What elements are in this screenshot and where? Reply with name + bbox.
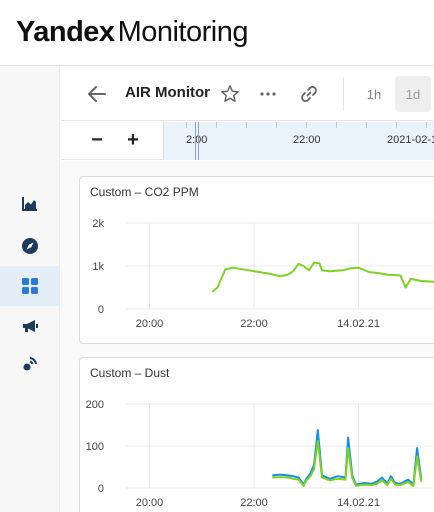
timeline-tick [426, 122, 427, 128]
brand-name-part2: Monitoring [117, 16, 249, 48]
x-tick-label: 20:00 [136, 497, 164, 509]
dust-chart: 0 100 200 20:00 22:00 14.02.21 [86, 399, 434, 509]
sidebar-item-alerts[interactable] [0, 306, 60, 346]
range-1d-button[interactable]: 1d [395, 76, 431, 112]
megaphone-icon [23, 320, 38, 332]
y-tick-label: 1k [92, 261, 104, 273]
zoom-out-button[interactable]: − [86, 129, 108, 151]
x-tick-label: 14.02.21 [337, 497, 380, 509]
more-actions-button[interactable] [256, 82, 280, 106]
brand-logo[interactable]: Yandex Monitoring [16, 12, 248, 52]
y-tick-label: 100 [86, 441, 104, 453]
dashboard-title: AIR Monitor [125, 84, 210, 101]
y-tick-label: 0 [98, 304, 104, 316]
y-tick-label: 2k [92, 218, 104, 230]
copy-link-button[interactable] [297, 82, 321, 106]
star-icon [221, 85, 239, 102]
favorite-button[interactable] [218, 82, 242, 106]
timeline-tick [306, 122, 307, 128]
range-1h-button[interactable]: 1h [356, 76, 392, 112]
top-bar: Yandex Monitoring [0, 0, 434, 66]
timeline-scrubber[interactable]: 2:00 22:00 2021-02-1 [163, 122, 434, 160]
timeline-tick [186, 122, 187, 128]
timeline-label: 2021-02-1 [387, 134, 434, 146]
timeline-tick [336, 122, 337, 128]
area-chart-icon [22, 197, 37, 211]
dashboard-header: AIR Monitor 1h 1d [61, 67, 434, 121]
arrow-left-icon [88, 86, 106, 102]
timeline-tick [396, 122, 397, 128]
sidebar-item-navigator[interactable] [0, 226, 60, 266]
timeline-range-handle[interactable] [195, 122, 199, 160]
dashboard-content: Custom – CO2 PPM 0 1k 2k 20:00 22:00 14.02.21… [61, 161, 434, 512]
chart-panel-co2[interactable]: Custom – CO2 PPM 0 1k 2k 20:00 22:00 14.02.21 [79, 176, 434, 344]
timeline-tick [276, 122, 277, 128]
back-button[interactable] [85, 82, 109, 106]
x-tick-label: 14.02.21 [337, 318, 380, 330]
x-tick-label: 20:00 [136, 318, 164, 330]
series-line-0 [211, 261, 434, 293]
timeline-label: 22:00 [293, 134, 321, 146]
y-tick-label: 0 [98, 483, 104, 495]
dashboards-grid-icon [22, 278, 38, 294]
link-icon [301, 86, 317, 102]
sidebar-item-channels[interactable] [0, 344, 60, 384]
sidebar [0, 66, 60, 512]
x-tick-label: 22:00 [240, 497, 268, 509]
signal-icon [23, 357, 37, 371]
time-navigation-bar: − + 2:00 22:00 2021-02-1 [61, 122, 434, 160]
y-tick-label: 200 [86, 399, 104, 411]
timeline-tick [246, 122, 247, 128]
chart-panel-dust[interactable]: Custom – Dust 0 100 200 20:00 22:00 14.02.21 [79, 357, 434, 512]
sidebar-item-explore[interactable] [0, 184, 60, 224]
compass-icon [22, 238, 38, 254]
brand-name-part1: Yandex [16, 16, 115, 48]
timeline-tick [366, 122, 367, 128]
header-divider [343, 77, 344, 111]
timeline-tick [216, 122, 217, 128]
zoom-in-button[interactable]: + [122, 129, 144, 151]
x-tick-label: 22:00 [240, 318, 268, 330]
sidebar-item-dashboards[interactable] [0, 266, 60, 306]
more-horizontal-icon [260, 92, 276, 96]
co2-chart: 0 1k 2k 20:00 22:00 14.02.21 [92, 218, 434, 330]
